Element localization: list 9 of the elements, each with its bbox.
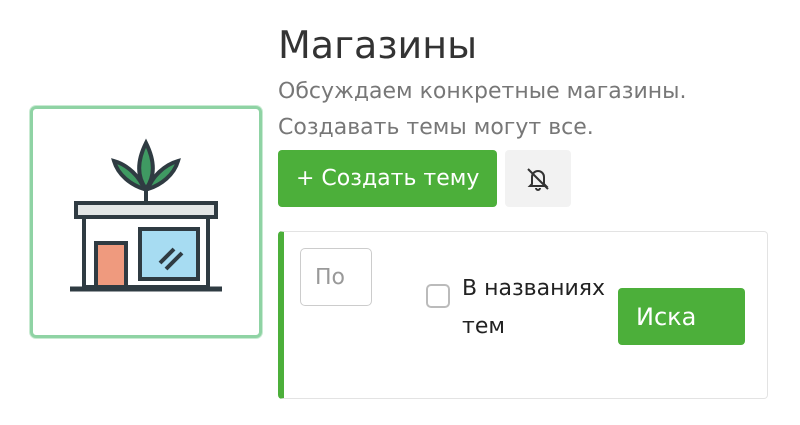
checkbox[interactable] bbox=[426, 284, 450, 308]
notification-button[interactable] bbox=[505, 150, 572, 207]
forum-title: Магазины bbox=[278, 22, 478, 69]
checkbox-label: В названиях тем bbox=[462, 275, 606, 341]
create-topic-button[interactable]: + Создать тему bbox=[278, 150, 498, 207]
forum-description: Обсуждаем конкретные магазины. Создавать темы могут все. bbox=[278, 78, 688, 142]
search-field[interactable]: По bbox=[300, 248, 372, 306]
search-button[interactable]: Иска bbox=[618, 288, 745, 345]
bell-off-icon bbox=[525, 166, 552, 192]
